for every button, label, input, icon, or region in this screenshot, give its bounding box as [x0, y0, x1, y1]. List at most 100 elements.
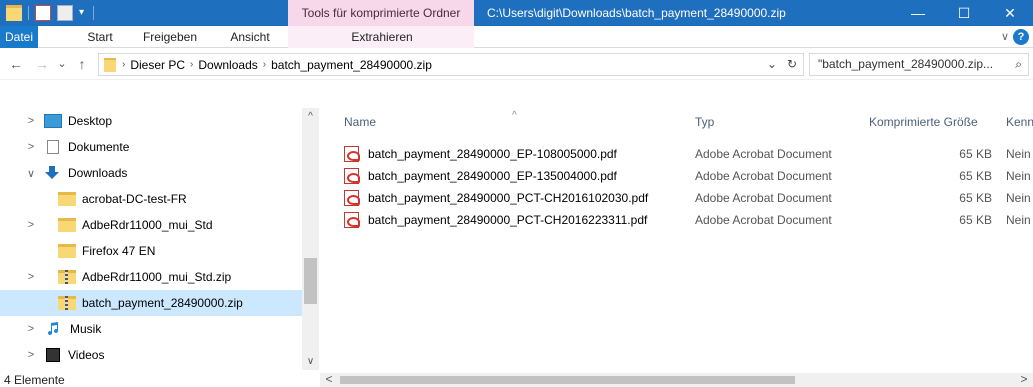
- tree-item-adberdr11000-mui-std[interactable]: > AdbeRdr11000_mui_Std: [0, 212, 302, 238]
- tab-start[interactable]: Start: [82, 26, 118, 48]
- file-password-protected: Nein: [1006, 147, 1031, 161]
- file-row[interactable]: batch_payment_28490000_EP-135004000.pdf …: [342, 165, 1033, 187]
- tree-item-label: Firefox 47 EN: [82, 244, 156, 258]
- folder-icon: [58, 192, 76, 206]
- scrollbar-thumb[interactable]: [304, 258, 317, 304]
- expand-ribbon-icon[interactable]: ∨: [1001, 26, 1009, 48]
- file-name: batch_payment_28490000_EP-135004000.pdf: [368, 169, 617, 183]
- videos-icon: [46, 348, 60, 362]
- pdf-file-icon: [344, 190, 360, 206]
- tree-item-desktop[interactable]: > Desktop: [0, 108, 302, 134]
- tree-item-videos[interactable]: > Videos: [0, 342, 302, 368]
- expand-icon[interactable]: >: [24, 349, 38, 361]
- expand-icon[interactable]: >: [24, 141, 38, 153]
- up-button[interactable]: ↑: [74, 54, 90, 74]
- zip-folder-icon: [104, 57, 116, 72]
- zip-folder-icon: [58, 270, 76, 284]
- search-icon[interactable]: ⌕: [1015, 54, 1022, 75]
- breadcrumb-downloads[interactable]: Downloads: [193, 58, 262, 72]
- search-text: "batch_payment_28490000.zip...: [818, 57, 994, 71]
- pdf-file-icon: [344, 212, 360, 228]
- downloads-icon: [44, 166, 62, 180]
- documents-icon: [47, 140, 59, 154]
- tree-item-label: batch_payment_28490000.zip: [82, 296, 243, 310]
- search-input[interactable]: "batch_payment_28490000.zip... ⌕: [809, 53, 1029, 76]
- minimize-button[interactable]: —: [895, 0, 941, 26]
- tree-item-dokumente[interactable]: > Dokumente: [0, 134, 302, 160]
- tree-item-label: acrobat-DC-test-FR: [82, 192, 187, 206]
- folder-icon[interactable]: [6, 5, 22, 21]
- new-folder-icon[interactable]: [57, 5, 73, 21]
- tree-item-batch-payment-zip[interactable]: batch_payment_28490000.zip: [0, 290, 302, 316]
- maximize-button[interactable]: ☐: [941, 0, 987, 26]
- column-header-type[interactable]: Typ: [695, 108, 714, 136]
- folder-icon: [58, 218, 76, 232]
- tree-item-acrobat-dc-test-fr[interactable]: acrobat-DC-test-FR: [0, 186, 302, 212]
- expand-icon[interactable]: >: [24, 323, 38, 335]
- sort-ascending-icon: ^: [512, 110, 517, 121]
- separator: [28, 6, 29, 20]
- window-title: C:\Users\digit\Downloads\batch_payment_2…: [487, 6, 786, 20]
- close-button[interactable]: ✕: [987, 0, 1033, 26]
- music-icon: [46, 322, 60, 336]
- tree-item-musik[interactable]: > Musik: [0, 316, 302, 342]
- scroll-up-icon[interactable]: ^: [302, 108, 319, 125]
- file-password-protected: Nein: [1006, 169, 1031, 183]
- tree-item-label: Dokumente: [68, 140, 130, 154]
- tree-item-label: Videos: [68, 348, 105, 362]
- tree-item-downloads[interactable]: ∨ Downloads: [0, 160, 302, 186]
- file-type: Adobe Acrobat Document: [695, 213, 832, 227]
- separator: [93, 6, 94, 20]
- expand-icon[interactable]: >: [24, 115, 38, 127]
- quick-access-toolbar: ▾: [6, 5, 94, 21]
- tab-extrahieren[interactable]: Extrahieren: [344, 26, 420, 48]
- status-item-count: 4 Elemente: [4, 373, 65, 387]
- column-header-name[interactable]: Name: [344, 108, 376, 136]
- tree-item-adberdr11000-mui-std-zip[interactable]: > AdbeRdr11000_mui_Std.zip: [0, 264, 302, 290]
- address-bar[interactable]: › Dieser PC › Downloads › batch_payment_…: [98, 53, 804, 76]
- folder-icon: [58, 244, 76, 258]
- customize-quick-access-icon[interactable]: ▾: [79, 5, 87, 21]
- forward-button[interactable]: →: [34, 54, 50, 74]
- collapse-icon[interactable]: ∨: [24, 167, 38, 180]
- file-name: batch_payment_28490000_PCT-CH2016102030.…: [368, 191, 649, 205]
- tree-item-firefox-47-en[interactable]: Firefox 47 EN: [0, 238, 302, 264]
- context-tab-compressed-folder-tools[interactable]: Tools für komprimierte Ordner: [288, 0, 474, 26]
- expand-icon[interactable]: >: [24, 271, 38, 283]
- desktop-icon: [44, 114, 62, 128]
- properties-icon[interactable]: [35, 5, 51, 21]
- column-header-compressed-size[interactable]: Komprimierte Größe: [869, 108, 978, 136]
- tab-datei[interactable]: Datei: [0, 26, 38, 48]
- file-row[interactable]: batch_payment_28490000_PCT-CH2016223311.…: [342, 209, 1033, 231]
- help-icon[interactable]: ?: [1013, 29, 1029, 45]
- file-compressed-size: 65 KB: [959, 213, 992, 227]
- tab-freigeben[interactable]: Freigeben: [140, 26, 200, 48]
- zip-folder-icon: [58, 296, 76, 310]
- breadcrumb-zip[interactable]: batch_payment_28490000.zip: [266, 58, 437, 72]
- file-type: Adobe Acrobat Document: [695, 169, 832, 183]
- file-list-horizontal-scrollbar[interactable]: < >: [320, 373, 1033, 387]
- scrollbar-thumb[interactable]: [340, 376, 795, 384]
- tab-ansicht[interactable]: Ansicht: [225, 26, 275, 48]
- refresh-icon[interactable]: ↻: [787, 54, 797, 75]
- file-compressed-size: 65 KB: [959, 169, 992, 183]
- column-header-password[interactable]: Kennw: [1006, 108, 1033, 136]
- file-row[interactable]: batch_payment_28490000_PCT-CH2016102030.…: [342, 187, 1033, 209]
- ribbon-tabs: Datei Start Freigeben Ansicht Extrahiere…: [0, 26, 1033, 48]
- scroll-right-icon[interactable]: >: [1017, 373, 1031, 386]
- scroll-left-icon[interactable]: <: [322, 373, 336, 386]
- breadcrumb-dieser-pc[interactable]: Dieser PC: [125, 58, 190, 72]
- navigation-pane-scrollbar[interactable]: ^ ∨: [302, 108, 319, 370]
- address-dropdown-icon[interactable]: ⌄: [767, 54, 777, 75]
- recent-locations-button[interactable]: ⌄: [56, 54, 68, 74]
- back-button[interactable]: ←: [8, 54, 24, 74]
- tree-item-label: AdbeRdr11000_mui_Std.zip: [82, 270, 232, 284]
- file-row[interactable]: batch_payment_28490000_EP-108005000.pdf …: [342, 143, 1033, 165]
- expand-icon[interactable]: >: [24, 219, 38, 231]
- file-password-protected: Nein: [1006, 191, 1031, 205]
- pdf-file-icon: [344, 146, 360, 162]
- file-compressed-size: 65 KB: [959, 147, 992, 161]
- scroll-down-icon[interactable]: ∨: [302, 353, 319, 370]
- file-compressed-size: 65 KB: [959, 191, 992, 205]
- file-type: Adobe Acrobat Document: [695, 191, 832, 205]
